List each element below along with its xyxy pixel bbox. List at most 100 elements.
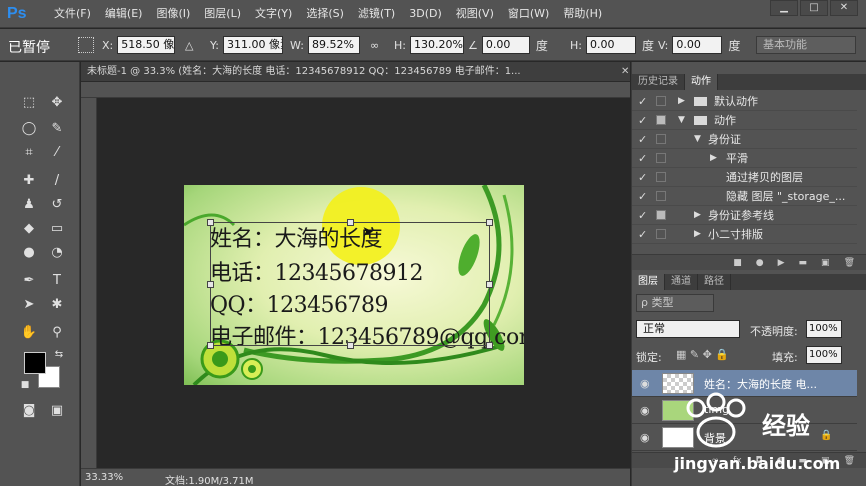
check-icon[interactable]: ✓ bbox=[638, 149, 647, 167]
tab-actions[interactable]: 动作 bbox=[685, 74, 718, 90]
delete-icon[interactable]: 🗑 bbox=[844, 255, 855, 270]
action-row-actions-set[interactable]: ✓ ▼ 动作 bbox=[632, 111, 857, 130]
dialog-toggle-box[interactable] bbox=[656, 153, 666, 163]
dialog-toggle-box[interactable] bbox=[656, 134, 666, 144]
close-document-icon[interactable]: ✕ bbox=[621, 66, 629, 77]
transform-handle-b[interactable] bbox=[347, 342, 354, 349]
expanded-arrow-icon[interactable]: ▼ bbox=[678, 111, 685, 129]
vskew-input[interactable]: 0.00 bbox=[672, 36, 723, 54]
check-icon[interactable]: ✓ bbox=[638, 206, 647, 224]
collapsed-arrow-icon[interactable]: ▶ bbox=[678, 92, 685, 110]
quick-mask-icon[interactable]: ◙ bbox=[18, 400, 40, 422]
eye-icon[interactable]: ◉ bbox=[640, 431, 650, 444]
action-row-smooth[interactable]: ✓ ▶ 平滑 bbox=[632, 149, 857, 168]
pen-tool-icon[interactable]: ✒ bbox=[18, 270, 40, 292]
transform-handle-l[interactable] bbox=[207, 281, 214, 288]
transform-handle-t[interactable] bbox=[347, 219, 354, 226]
layer-filter-select[interactable]: ρ 类型 bbox=[636, 294, 714, 312]
tab-history[interactable]: 历史记录 bbox=[632, 74, 685, 90]
quick-select-tool-icon[interactable]: ✎ bbox=[46, 118, 68, 140]
action-row-hide-layer[interactable]: ✓ 隐藏 图层 "_storage_... bbox=[632, 187, 857, 206]
gradient-tool-icon[interactable]: ▭ bbox=[46, 218, 68, 240]
screen-mode-icon[interactable]: ▣ bbox=[46, 400, 68, 422]
eye-icon[interactable]: ◉ bbox=[640, 377, 650, 390]
dialog-toggle-box[interactable] bbox=[656, 229, 666, 239]
record-icon[interactable]: ● bbox=[756, 255, 764, 270]
hskew-input[interactable]: 0.00 bbox=[585, 36, 636, 54]
tab-channels[interactable]: 通道 bbox=[665, 274, 698, 290]
close-button[interactable]: ✕ bbox=[830, 0, 858, 16]
brush-tool-icon[interactable]: / bbox=[46, 170, 68, 192]
action-row-2inch-layout[interactable]: ✓ ▶ 小二寸排版 bbox=[632, 225, 857, 244]
collapsed-arrow-icon[interactable]: ▶ bbox=[710, 149, 717, 167]
menu-layer[interactable]: 图层(L) bbox=[204, 0, 249, 28]
play-icon[interactable]: ▶ bbox=[778, 255, 785, 270]
link-icon[interactable]: ∞ bbox=[370, 36, 383, 54]
hand-tool-icon[interactable]: ✋ bbox=[18, 322, 40, 344]
menu-type[interactable]: 文字(Y) bbox=[255, 0, 300, 28]
menu-window[interactable]: 窗口(W) bbox=[508, 0, 557, 28]
dodge-tool-icon[interactable]: ◔ bbox=[46, 242, 68, 264]
eyedropper-tool-icon[interactable]: ⁄ bbox=[46, 142, 68, 164]
eraser-tool-icon[interactable]: ◆ bbox=[18, 218, 40, 240]
transform-handle-br[interactable] bbox=[486, 342, 493, 349]
menu-image[interactable]: 图像(I) bbox=[156, 0, 198, 28]
foreground-color-swatch[interactable] bbox=[24, 352, 46, 374]
dialog-toggle-box[interactable] bbox=[656, 210, 666, 220]
path-select-tool-icon[interactable]: ➤ bbox=[18, 294, 40, 316]
minimize-button[interactable]: ▁ bbox=[770, 0, 798, 16]
transform-handle-r[interactable] bbox=[486, 281, 493, 288]
expanded-arrow-icon[interactable]: ▼ bbox=[694, 130, 701, 148]
tab-layers[interactable]: 图层 bbox=[632, 274, 665, 290]
menu-select[interactable]: 选择(S) bbox=[306, 0, 352, 28]
healing-brush-icon[interactable]: ✚ bbox=[18, 170, 40, 192]
y-input[interactable]: 311.00 像素 bbox=[222, 36, 283, 54]
shape-tool-icon[interactable]: ✱ bbox=[46, 294, 68, 316]
check-icon[interactable]: ✓ bbox=[638, 111, 647, 129]
type-tool-icon[interactable]: T bbox=[46, 270, 68, 292]
check-icon[interactable]: ✓ bbox=[638, 225, 647, 243]
dialog-toggle-box[interactable] bbox=[656, 96, 666, 106]
check-icon[interactable]: ✓ bbox=[638, 187, 647, 205]
menu-view[interactable]: 视图(V) bbox=[456, 0, 502, 28]
transform-handle-tl[interactable] bbox=[207, 219, 214, 226]
crop-tool-icon[interactable]: ⌗ bbox=[18, 142, 40, 164]
marquee-tool-icon[interactable]: ⬚ bbox=[18, 92, 40, 114]
workspace-select[interactable]: 基本功能 bbox=[756, 36, 856, 54]
dialog-toggle-box[interactable] bbox=[656, 115, 666, 125]
business-card-artwork[interactable]: 姓名：大海的长度 电话：12345678912 QQ：123456789 电子邮… bbox=[184, 185, 524, 385]
blur-tool-icon[interactable]: ● bbox=[18, 242, 40, 264]
check-icon[interactable]: ✓ bbox=[638, 168, 647, 186]
default-colors-icon[interactable]: ■ bbox=[14, 374, 36, 396]
dialog-toggle-box[interactable] bbox=[656, 191, 666, 201]
check-icon[interactable]: ✓ bbox=[638, 92, 647, 110]
zoom-tool-icon[interactable]: ⚲ bbox=[46, 322, 68, 344]
menu-file[interactable]: 文件(F) bbox=[54, 0, 99, 28]
fill-input[interactable]: 100% bbox=[806, 346, 842, 364]
menu-edit[interactable]: 编辑(E) bbox=[105, 0, 151, 28]
menu-help[interactable]: 帮助(H) bbox=[563, 0, 610, 28]
eye-icon[interactable]: ◉ bbox=[640, 404, 650, 417]
stop-icon[interactable]: ■ bbox=[733, 255, 742, 270]
new-action-icon[interactable]: ▣ bbox=[821, 255, 830, 270]
swap-colors-icon[interactable]: ⇆ bbox=[48, 344, 70, 366]
transform-bounding-box[interactable] bbox=[207, 219, 493, 349]
reference-point-icon[interactable] bbox=[78, 37, 94, 53]
lock-icons[interactable]: ▦ ✎ ✥ 🔒 bbox=[676, 348, 729, 361]
menu-3d[interactable]: 3D(D) bbox=[409, 0, 450, 28]
clone-stamp-icon[interactable]: ♟ bbox=[18, 194, 40, 216]
history-brush-icon[interactable]: ↺ bbox=[46, 194, 68, 216]
opacity-input[interactable]: 100% bbox=[806, 320, 842, 338]
w-input[interactable]: 89.52% bbox=[307, 36, 360, 54]
transform-handle-tr[interactable] bbox=[486, 219, 493, 226]
menu-filter[interactable]: 滤镜(T) bbox=[358, 0, 403, 28]
move-tool-icon[interactable]: ✥ bbox=[46, 92, 68, 114]
collapsed-arrow-icon[interactable]: ▶ bbox=[694, 206, 701, 224]
action-row-copy-layer[interactable]: ✓ 通过拷贝的图层 bbox=[632, 168, 857, 187]
blend-mode-select[interactable]: 正常 bbox=[636, 320, 740, 338]
lasso-tool-icon[interactable]: ◯ bbox=[18, 118, 40, 140]
h-input[interactable]: 130.20% bbox=[409, 36, 464, 54]
maximize-button[interactable]: □ bbox=[800, 0, 828, 16]
angle-input[interactable]: 0.00 bbox=[481, 36, 530, 54]
action-row-default-set[interactable]: ✓ ▶ 默认动作 bbox=[632, 92, 857, 111]
